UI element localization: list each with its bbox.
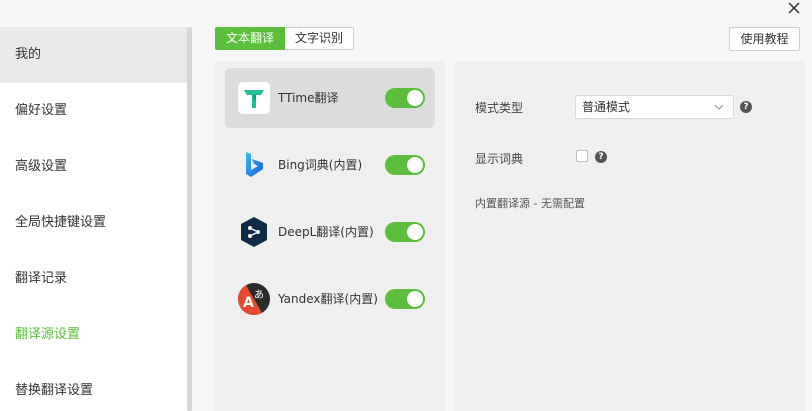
show-dictionary-checkbox[interactable] xyxy=(576,150,588,162)
source-label: Yandex翻译(内置) xyxy=(278,292,378,306)
source-item-deepl[interactable]: DeepL翻译(内置) xyxy=(225,202,435,262)
sidebar-item-advanced[interactable]: 高级设置 xyxy=(0,139,190,195)
sidebar-item-history[interactable]: 翻译记录 xyxy=(0,251,190,307)
yandex-logo-icon: A あ xyxy=(238,283,270,315)
source-enable-toggle[interactable] xyxy=(385,88,425,108)
show-dictionary-label: 显示词典 xyxy=(475,152,524,166)
source-enable-toggle[interactable] xyxy=(385,289,425,309)
sidebar-scrollbar[interactable] xyxy=(187,27,192,411)
close-icon xyxy=(788,2,800,14)
source-label: DeepL翻译(内置) xyxy=(278,225,374,239)
source-label: TTime翻译 xyxy=(278,91,339,105)
sidebar: 我的 偏好设置 高级设置 全局快捷键设置 翻译记录 翻译源设置 替换翻译设置 xyxy=(0,27,190,411)
source-enable-toggle[interactable] xyxy=(385,222,425,242)
sidebar-item-replace-settings[interactable]: 替换翻译设置 xyxy=(0,363,190,411)
sidebar-item-mine[interactable]: 我的 xyxy=(0,27,190,83)
sidebar-item-translation-sources[interactable]: 翻译源设置 xyxy=(0,307,190,363)
tab-bar: 文本翻译 文字识别 xyxy=(215,27,355,50)
sidebar-item-hotkeys[interactable]: 全局快捷键设置 xyxy=(0,195,190,251)
ttime-logo-icon xyxy=(238,82,270,114)
tutorial-button[interactable]: 使用教程 xyxy=(729,27,800,51)
source-label: Bing词典(内置) xyxy=(278,158,363,172)
mode-type-value: 普通模式 xyxy=(582,100,631,114)
chevron-down-icon xyxy=(714,104,724,110)
svg-text:A: A xyxy=(243,295,254,311)
source-list-panel: TTime翻译 Bing词典(内置) DeepL翻译(内置) A あ Yande… xyxy=(215,61,445,411)
source-item-ttime[interactable]: TTime翻译 xyxy=(225,68,435,128)
deepl-logo-icon xyxy=(238,216,270,248)
mode-type-label: 模式类型 xyxy=(475,101,524,115)
source-item-bing[interactable]: Bing词典(内置) xyxy=(225,135,435,195)
close-button[interactable] xyxy=(786,0,802,16)
mode-type-select[interactable]: 普通模式 xyxy=(575,95,734,119)
source-enable-toggle[interactable] xyxy=(385,155,425,175)
tab-text-translation[interactable]: 文本翻译 xyxy=(215,27,286,50)
source-item-yandex[interactable]: A あ Yandex翻译(内置) xyxy=(225,269,435,329)
tab-ocr[interactable]: 文字识别 xyxy=(285,27,355,50)
builtin-source-note: 内置翻译源 - 无需配置 xyxy=(475,197,585,210)
sidebar-item-preferences[interactable]: 偏好设置 xyxy=(0,83,190,139)
source-config-panel: 模式类型 普通模式 ? 显示词典 ? 内置翻译源 - 无需配置 xyxy=(455,61,805,411)
help-icon[interactable]: ? xyxy=(595,151,607,163)
svg-text:あ: あ xyxy=(254,289,264,301)
help-icon[interactable]: ? xyxy=(740,101,752,113)
bing-logo-icon xyxy=(238,149,270,181)
